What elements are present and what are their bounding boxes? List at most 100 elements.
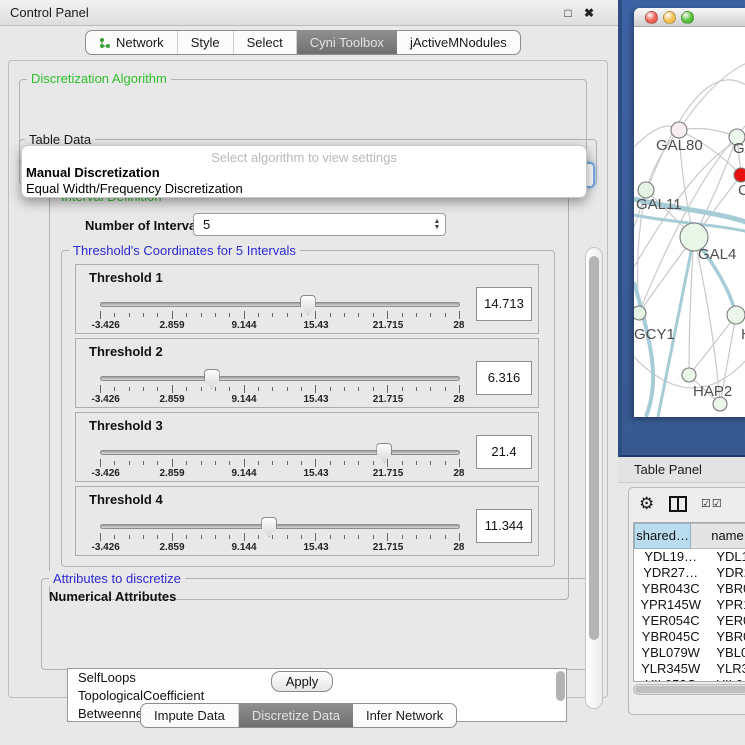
num-intervals-combobox[interactable]: 5 ▲▼ xyxy=(193,213,446,236)
tick-mark xyxy=(402,313,403,317)
tab-discretize-data[interactable]: Discretize Data xyxy=(239,704,353,727)
apply-button[interactable]: Apply xyxy=(271,671,333,692)
tick-mark xyxy=(215,387,216,391)
dropdown-option-equal-width-frequency[interactable]: Equal Width/Frequency Discretization xyxy=(25,181,585,197)
threshold-row: Threshold 2 -3.4262.8599.14415.4321.7152… xyxy=(75,338,539,408)
float-window-icon[interactable]: □ xyxy=(559,4,577,22)
slider-track[interactable] xyxy=(100,302,460,307)
list-scrollbar-thumb[interactable] xyxy=(556,671,565,701)
tab-jactivemnodules[interactable]: jActiveMNodules xyxy=(397,31,520,54)
tick-mark xyxy=(258,461,259,465)
column-header-shared-name[interactable]: shared… xyxy=(634,523,691,549)
tick-mark xyxy=(129,313,130,317)
network-view-window[interactable]: GAL80GACGAL11GAL4GCY1HHAP2 xyxy=(634,8,745,417)
num-intervals-label: Number of Intervals xyxy=(85,218,207,233)
threshold-slider[interactable]: -3.4262.8599.14415.4321.71528 xyxy=(96,367,464,407)
threshold-value-box[interactable]: 6.316 xyxy=(476,361,532,395)
tab-infer-network[interactable]: Infer Network xyxy=(353,704,456,727)
tab-network[interactable]: Network xyxy=(86,31,178,54)
slider-tick-labels: -3.4262.8599.14415.4321.71528 xyxy=(100,468,460,480)
cell-shared-name: YBR043C xyxy=(634,581,707,597)
table-row[interactable]: YDL19…YDL1 xyxy=(634,549,745,565)
tick-mark xyxy=(100,385,101,393)
tick-mark xyxy=(143,535,144,539)
tick-mark xyxy=(172,311,173,319)
tab-label: Select xyxy=(247,35,283,50)
cell-name: YIL0 xyxy=(707,677,745,682)
tick-mark xyxy=(114,387,115,391)
table-row[interactable]: YBL079WYBL0 xyxy=(634,645,745,661)
columns-icon[interactable] xyxy=(669,496,687,512)
control-panel: Control Panel □ ✖ NetworkStyleSelectCyni… xyxy=(0,0,618,745)
tab-impute-data[interactable]: Impute Data xyxy=(141,704,239,727)
zoom-traffic-light[interactable] xyxy=(681,11,694,24)
tick-mark xyxy=(157,461,158,465)
node-table[interactable]: shared… name YDL19…YDL1YDR27…YDR2YBR043C… xyxy=(633,522,745,682)
dropdown-option-manual-discretization[interactable]: Manual Discretization xyxy=(25,165,585,181)
tick-label: 2.859 xyxy=(159,468,184,479)
network-graph: GAL80GACGAL11GAL4GCY1HHAP2 xyxy=(634,27,745,417)
tick-label: 15.43 xyxy=(303,542,328,553)
table-row[interactable]: YBR045CYBR0 xyxy=(634,629,745,645)
threshold-slider[interactable]: -3.4262.8599.14415.4321.71528 xyxy=(96,515,464,555)
tab-label: Impute Data xyxy=(154,708,225,723)
tick-mark xyxy=(215,535,216,539)
threshold-value-box[interactable]: 11.344 xyxy=(476,509,532,543)
slider-tick-labels: -3.4262.8599.14415.4321.71528 xyxy=(100,542,460,554)
network-canvas[interactable]: GAL80GACGAL11GAL4GCY1HHAP2 xyxy=(634,27,745,417)
table-row[interactable]: YDR27…YDR2 xyxy=(634,565,745,581)
threshold-value-box[interactable]: 21.4 xyxy=(476,435,532,469)
table-hscrollbar[interactable] xyxy=(633,684,745,695)
threshold-value-box[interactable]: 14.713 xyxy=(476,287,532,321)
table-row[interactable]: YLR345WYLR3 xyxy=(634,661,745,677)
tab-select[interactable]: Select xyxy=(234,31,297,54)
tick-mark xyxy=(229,535,230,539)
table-row[interactable]: YPR145WYPR1 xyxy=(634,597,745,613)
tick-mark xyxy=(344,387,345,391)
panel-scrollbar-thumb[interactable] xyxy=(589,256,599,640)
tab-style[interactable]: Style xyxy=(178,31,234,54)
tick-mark xyxy=(143,313,144,317)
slider-track[interactable] xyxy=(100,376,460,381)
slider-ticks xyxy=(100,385,460,393)
network-node-gal80[interactable] xyxy=(671,122,687,138)
tab-cyni-toolbox[interactable]: Cyni Toolbox xyxy=(297,31,397,54)
threshold-slider[interactable]: -3.4262.8599.14415.4321.71528 xyxy=(96,293,464,333)
tick-mark xyxy=(287,461,288,465)
network-node-c[interactable] xyxy=(734,168,745,182)
table-hscrollbar-thumb[interactable] xyxy=(635,686,745,693)
panel-scrollbar[interactable] xyxy=(585,247,603,709)
tick-mark xyxy=(330,313,331,317)
tick-mark xyxy=(186,313,187,317)
network-edge xyxy=(679,129,737,137)
column-header-name[interactable]: name xyxy=(691,523,745,549)
tick-mark xyxy=(258,387,259,391)
threshold-slider[interactable]: -3.4262.8599.14415.4321.71528 xyxy=(96,441,464,481)
slider-track[interactable] xyxy=(100,524,460,529)
tick-mark xyxy=(387,533,388,541)
network-node-gcy1[interactable] xyxy=(634,306,646,320)
network-node-h[interactable] xyxy=(727,306,745,324)
gear-icon[interactable]: ⚙ xyxy=(639,494,654,514)
checkbox-icons[interactable]: ☑☑ xyxy=(701,497,723,510)
table-row[interactable]: YIL053CYIL0 xyxy=(634,677,745,682)
slider-ticks xyxy=(100,311,460,319)
slider-track[interactable] xyxy=(100,450,460,455)
table-row[interactable]: YBR043CYBR0 xyxy=(634,581,745,597)
minimize-traffic-light[interactable] xyxy=(663,11,676,24)
tick-mark xyxy=(445,461,446,465)
control-panel-tabs: NetworkStyle Select Cyni ToolboxjActiveMNo… xyxy=(85,30,521,55)
close-window-icon[interactable]: ✖ xyxy=(580,4,598,22)
tick-mark xyxy=(258,535,259,539)
threshold-row: Threshold 4 -3.4262.8599.14415.4321.7152… xyxy=(75,486,539,556)
stepper-arrows-icon[interactable]: ▲▼ xyxy=(429,219,445,231)
tick-label: -3.426 xyxy=(91,320,119,331)
tick-mark xyxy=(402,387,403,391)
tick-mark xyxy=(373,535,374,539)
network-window-titlebar[interactable] xyxy=(634,8,745,27)
network-node-hap2[interactable] xyxy=(682,368,696,382)
close-traffic-light[interactable] xyxy=(645,11,658,24)
tick-label: 28 xyxy=(453,394,464,405)
network-node[interactable] xyxy=(713,397,727,411)
table-row[interactable]: YER054CYER0 xyxy=(634,613,745,629)
